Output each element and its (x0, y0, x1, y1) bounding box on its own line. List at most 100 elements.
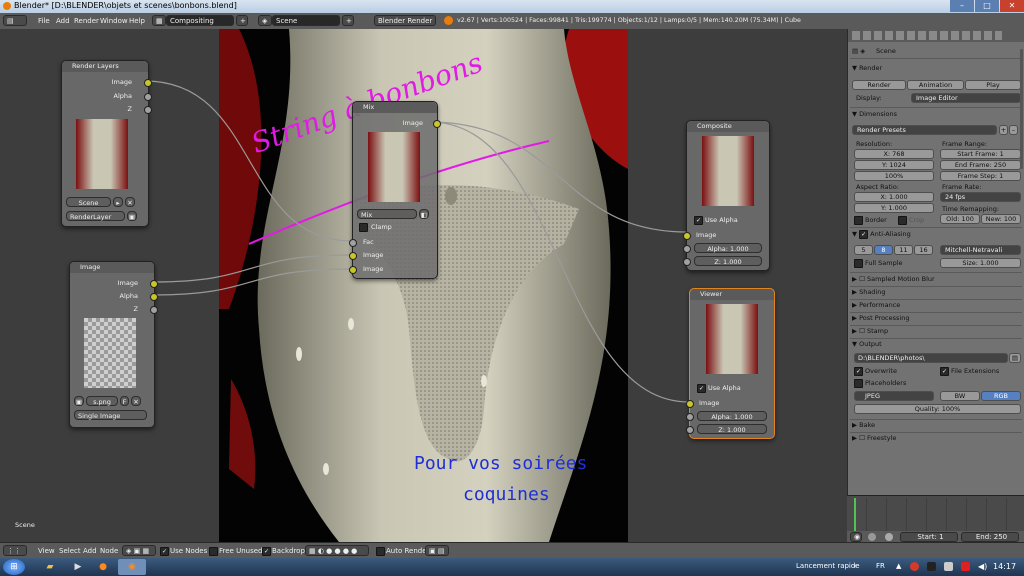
viewer-image-socket[interactable] (686, 400, 694, 408)
image-alpha-socket[interactable] (150, 293, 158, 301)
clock[interactable]: 14:17 (993, 562, 1016, 571)
animation-button[interactable]: Animation (907, 80, 964, 90)
motion-blur-panel-header[interactable]: ▶ ☐ Sampled Motion Blur (852, 275, 935, 283)
aa-samples-5[interactable]: 5 (854, 245, 873, 255)
placeholders-checkbox[interactable] (854, 379, 863, 388)
presets-remove-button[interactable]: – (1009, 125, 1018, 135)
node-editor-type-button[interactable]: ⋮⋮ (3, 545, 27, 556)
composite-alpha-socket[interactable] (683, 245, 691, 253)
timeline-menu-icon[interactable] (868, 533, 876, 541)
properties-editor[interactable]: ▤ ◈ Scene ▼ Render Render Animation Play… (847, 29, 1024, 495)
screen-add-button[interactable]: + (236, 15, 248, 26)
use-nodes-checkbox[interactable]: ✓ (160, 547, 169, 556)
aa-filter-dropdown[interactable]: Mitchell-Netravali (940, 245, 1021, 255)
screen-layout-field[interactable]: Compositing (166, 15, 234, 26)
render-button[interactable]: Render (852, 80, 906, 90)
node-render-layers[interactable]: Render Layers Image Alpha Z Scene ▸ ✕ Re… (61, 60, 152, 227)
color-bw-button[interactable]: BW (940, 391, 980, 401)
render-layers-image-socket[interactable] (144, 79, 152, 87)
context-tabs[interactable] (852, 31, 1002, 40)
quality-slider[interactable]: Quality: 100% (854, 404, 1021, 414)
image-file-field[interactable]: s.png (86, 396, 118, 406)
mix-output-socket[interactable] (433, 120, 441, 128)
shading-panel-header[interactable]: ▶ Shading (852, 288, 885, 296)
tray-app-icon-2[interactable] (927, 562, 936, 571)
end-frame-field[interactable]: End Frame: 250 (940, 160, 1021, 170)
quick-launch-label[interactable]: Lancement rapide (796, 562, 860, 570)
firefox-taskbar-icon[interactable]: ● (93, 559, 113, 575)
node-image[interactable]: Image Image Alpha Z ▣ s.png F ✕ Single I… (69, 261, 158, 428)
mix-image-1-socket[interactable] (349, 252, 357, 260)
blender-taskbar-icon[interactable]: ◉ (118, 559, 146, 575)
composite-image-socket[interactable] (683, 232, 691, 240)
antivirus-icon[interactable] (961, 562, 970, 571)
frame-step-field[interactable]: Frame Step: 1 (940, 171, 1021, 181)
bake-panel-header[interactable]: ▶ Bake (852, 421, 875, 429)
composite-z-socket[interactable] (683, 258, 691, 266)
node-viewer[interactable]: Viewer ✓ Use Alpha Image Alpha: 1.000 Z:… (686, 288, 775, 439)
screen-layout-icon[interactable]: ▦ (152, 15, 166, 26)
menu-view[interactable]: View (38, 547, 55, 555)
editor-type-button[interactable]: ▤ (3, 15, 27, 26)
volume-icon[interactable]: ◀) (978, 562, 987, 571)
output-panel-header[interactable]: ▼ Output (852, 340, 882, 348)
image-source-dropdown[interactable]: Single Image (74, 410, 147, 420)
border-checkbox[interactable] (854, 216, 863, 225)
properties-scrollbar[interactable] (1020, 49, 1023, 169)
preview-range-icon[interactable] (885, 533, 893, 541)
start-button[interactable]: ⊞ (3, 559, 25, 575)
menu-node[interactable]: Node (100, 547, 118, 555)
language-indicator[interactable]: FR (876, 562, 885, 570)
resolution-percentage-field[interactable]: 100% (854, 171, 934, 181)
mix-image-2-socket[interactable] (349, 266, 357, 274)
image-browse-button[interactable]: ▣ (74, 396, 84, 406)
image-fake-user-button[interactable]: F (120, 396, 129, 406)
free-unused-checkbox[interactable] (209, 547, 218, 556)
network-icon[interactable] (944, 562, 953, 571)
menu-add[interactable]: Add (56, 17, 70, 25)
viewer-z-field[interactable]: Z: 1.000 (697, 424, 767, 434)
mix-fac-socket[interactable] (349, 239, 357, 247)
auto-render-checkbox[interactable] (376, 547, 385, 556)
crop-checkbox[interactable] (898, 216, 907, 225)
node-composite[interactable]: Composite ✓ Use Alpha Image Alpha: 1.000… (683, 120, 770, 271)
performance-panel-header[interactable]: ▶ Performance (852, 301, 900, 309)
image-image-socket[interactable] (150, 280, 158, 288)
node-mix-title[interactable]: Mix (353, 102, 437, 113)
anti-aliasing-panel-header[interactable]: ▼ ✓ Anti-Aliasing (852, 230, 911, 239)
aa-size-field[interactable]: Size: 1.000 (940, 258, 1021, 268)
color-rgb-button[interactable]: RGB (981, 391, 1021, 401)
node-image-title[interactable]: Image (70, 262, 154, 273)
node-render-layers-title[interactable]: Render Layers (62, 61, 148, 72)
node-editor[interactable]: String à bonbons Pour vos soirées coquin… (0, 29, 847, 542)
scene-field[interactable]: Scene (272, 15, 340, 26)
anti-aliasing-checkbox[interactable]: ✓ (859, 230, 869, 239)
mix-clamp-checkbox[interactable] (359, 223, 368, 232)
menu-add-node[interactable]: Add (83, 547, 97, 555)
minimize-button[interactable]: – (950, 0, 974, 12)
composite-use-alpha-checkbox[interactable]: ✓ (694, 216, 703, 225)
overwrite-checkbox[interactable]: ✓ (854, 367, 863, 376)
render-layers-z-socket[interactable] (144, 106, 152, 114)
render-layers-scene-browse[interactable]: ▸ (113, 197, 123, 207)
scene-icon[interactable]: ◈ (258, 15, 272, 26)
viewer-alpha-field[interactable]: Alpha: 1.000 (697, 411, 767, 421)
render-layers-render-button[interactable]: ▣ (127, 211, 137, 221)
file-format-dropdown[interactable]: JPEG (854, 391, 934, 401)
timeline-end-field[interactable]: End: 250 (961, 532, 1019, 542)
render-engine-dropdown[interactable]: Blender Render (374, 15, 436, 26)
render-layers-scene-field[interactable]: Scene (66, 197, 111, 207)
play-button[interactable]: Play (965, 80, 1021, 90)
menu-file[interactable]: File (38, 17, 50, 25)
node-mix[interactable]: Mix Image Mix ◧ Clamp Fac Image Image (349, 101, 441, 279)
backdrop-checkbox[interactable]: ✓ (262, 547, 271, 556)
aa-samples-8[interactable]: 8 (874, 245, 893, 255)
timeline-start-field[interactable]: Start: 1 (900, 532, 958, 542)
explorer-taskbar-icon[interactable]: ▰ (40, 559, 60, 575)
post-processing-panel-header[interactable]: ▶ Post Processing (852, 314, 909, 322)
scene-add-button[interactable]: + (342, 15, 354, 26)
freestyle-panel-header[interactable]: ▶ ☐ Freestyle (852, 434, 896, 442)
render-presets-dropdown[interactable]: Render Presets (852, 125, 997, 135)
start-frame-field[interactable]: Start Frame: 1 (940, 149, 1021, 159)
aa-samples-11[interactable]: 11 (894, 245, 913, 255)
